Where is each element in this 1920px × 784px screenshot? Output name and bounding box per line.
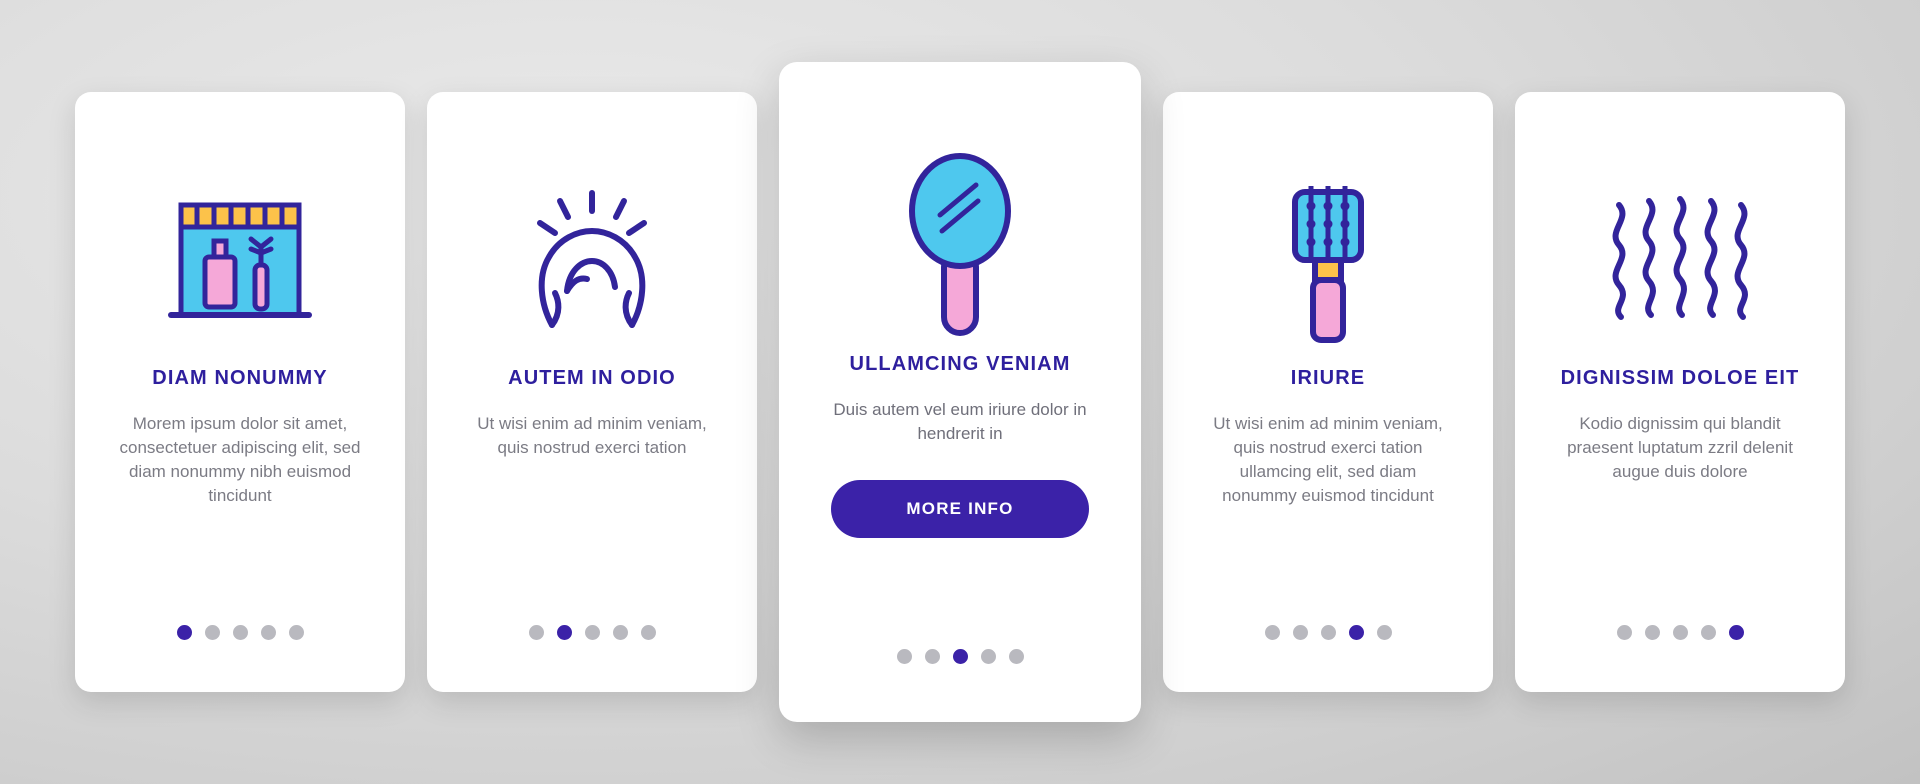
dot-4[interactable] <box>980 649 996 664</box>
pagination-dots[interactable] <box>779 649 1141 664</box>
dot-1[interactable] <box>1616 625 1632 640</box>
onboarding-card-5[interactable]: DIGNISSIM DOLOE EIT Kodio dignissim qui … <box>1515 92 1845 692</box>
card-body: Morem ipsum dolor sit amet, consectetuer… <box>119 414 361 506</box>
onboarding-card-3[interactable]: ULLAMCING VENIAM Duis autem vel eum iriu… <box>779 62 1141 722</box>
card-row: DIAM NONUMMY Morem ipsum dolor sit amet,… <box>0 0 1920 784</box>
dot-1[interactable] <box>896 649 912 664</box>
dot-4[interactable] <box>1700 625 1716 640</box>
dot-3[interactable] <box>232 625 248 640</box>
dot-1[interactable] <box>176 625 192 640</box>
card-title: IRIURE <box>1290 367 1366 389</box>
dot-3[interactable] <box>1320 625 1336 640</box>
beauty-shop-storefront-icon <box>145 152 335 367</box>
dot-2[interactable] <box>924 649 940 664</box>
dot-3[interactable] <box>584 625 600 640</box>
dot-2[interactable] <box>204 625 220 640</box>
dot-1[interactable] <box>528 625 544 640</box>
dot-5[interactable] <box>1008 649 1024 664</box>
dot-1[interactable] <box>1264 625 1280 640</box>
dot-3[interactable] <box>952 649 968 664</box>
dot-2[interactable] <box>1292 625 1308 640</box>
hair-brush-icon <box>1233 152 1423 367</box>
pagination-dots[interactable] <box>1163 625 1493 640</box>
more-info-button[interactable]: MORE INFO <box>831 480 1089 539</box>
card-title: AUTEM IN ODIO <box>508 367 676 389</box>
dot-2[interactable] <box>1644 625 1660 640</box>
card-body: Duis autem vel eum iriure dolor in hendr… <box>833 400 1087 444</box>
pagination-dots[interactable] <box>1515 625 1845 640</box>
dot-5[interactable] <box>640 625 656 640</box>
card-body: Ut wisi enim ad minim veniam, quis nostr… <box>1213 414 1443 506</box>
card-title: ULLAMCING VENIAM <box>849 353 1071 375</box>
onboarding-screens-stage: DIAM NONUMMY Morem ipsum dolor sit amet,… <box>0 0 1920 784</box>
card-body: Kodio dignissim qui blandit praesent lup… <box>1567 414 1793 482</box>
dot-4[interactable] <box>1348 625 1364 640</box>
dot-5[interactable] <box>1728 625 1744 640</box>
hand-mirror-icon <box>860 128 1060 353</box>
pagination-dots[interactable] <box>427 625 757 640</box>
onboarding-card-1[interactable]: DIAM NONUMMY Morem ipsum dolor sit amet,… <box>75 92 405 692</box>
dot-5[interactable] <box>1376 625 1392 640</box>
dot-2[interactable] <box>556 625 572 640</box>
dot-4[interactable] <box>260 625 276 640</box>
dot-3[interactable] <box>1672 625 1688 640</box>
wavy-hair-icon <box>1585 152 1775 367</box>
wig-hairstyle-icon <box>497 152 687 367</box>
dot-5[interactable] <box>288 625 304 640</box>
onboarding-card-4[interactable]: IRIURE Ut wisi enim ad minim veniam, qui… <box>1163 92 1493 692</box>
card-title: DIGNISSIM DOLOE EIT <box>1560 367 1800 389</box>
dot-4[interactable] <box>612 625 628 640</box>
onboarding-card-2[interactable]: AUTEM IN ODIO Ut wisi enim ad minim veni… <box>427 92 757 692</box>
card-title: DIAM NONUMMY <box>152 367 328 389</box>
pagination-dots[interactable] <box>75 625 405 640</box>
card-body: Ut wisi enim ad minim veniam, quis nostr… <box>477 414 707 458</box>
